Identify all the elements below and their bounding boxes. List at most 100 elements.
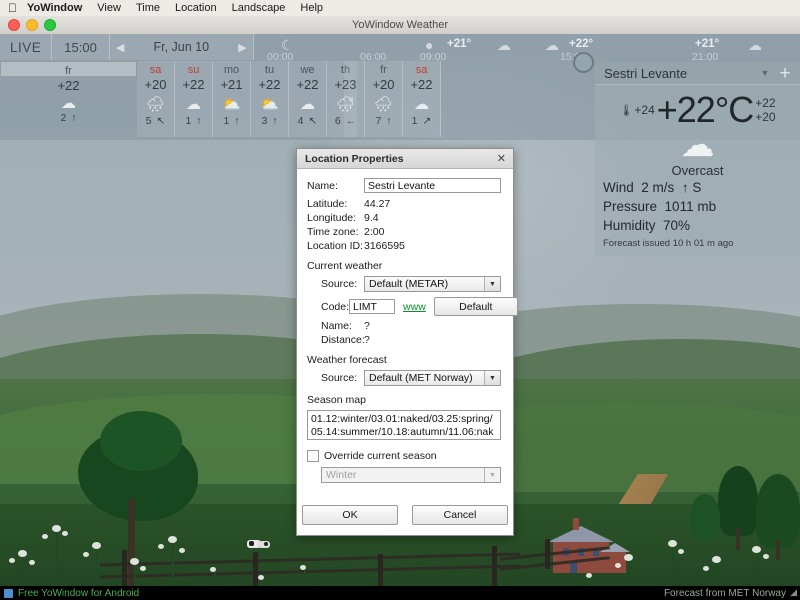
fc-source-label: Source: bbox=[321, 372, 364, 384]
thermometer-icon: 🌡 bbox=[619, 104, 633, 117]
season-select[interactable]: Winter ▼ bbox=[321, 467, 501, 483]
wind-speed: 1 bbox=[223, 115, 229, 127]
day-temp: +20 bbox=[144, 77, 166, 93]
season-map-textarea[interactable] bbox=[307, 410, 501, 440]
override-season-checkbox[interactable] bbox=[307, 450, 319, 462]
cw-distance-label: Distance: bbox=[321, 334, 364, 346]
day-wind: 1↑ bbox=[185, 115, 201, 127]
app-window:  YoWindow View Time Location Landscape … bbox=[0, 0, 800, 600]
wind-direction-icon: ↗ bbox=[423, 115, 432, 127]
plus-icon[interactable]: + bbox=[774, 64, 796, 83]
wind-speed: 7 bbox=[375, 115, 381, 127]
current-weather-source-select[interactable]: Default (METAR) ▼ bbox=[364, 276, 501, 292]
cloud-icon: ☁ bbox=[603, 128, 792, 162]
season-select-value: Winter bbox=[322, 469, 484, 481]
current-day-label: Fr, Jun 10 bbox=[138, 40, 224, 54]
forecast-source-select[interactable]: Default (MET Norway) ▼ bbox=[364, 370, 501, 386]
chevron-right-icon[interactable]: ▶ bbox=[238, 41, 246, 54]
day-wind: 1↑ bbox=[223, 115, 239, 127]
cloud-icon: ☁ bbox=[414, 93, 429, 115]
timezone-label: Time zone: bbox=[307, 226, 364, 238]
wind-direction-icon: ↖ bbox=[309, 115, 318, 127]
chevron-down-icon[interactable]: ▼ bbox=[756, 68, 774, 78]
chevron-left-icon[interactable]: ◀ bbox=[116, 41, 124, 54]
latitude-label: Latitude: bbox=[307, 198, 364, 210]
forecast-day-cell[interactable]: sa +22 ☁ 1↗ bbox=[403, 61, 441, 137]
day-of-week: mo bbox=[224, 64, 239, 77]
date-navigator: ◀ Fr, Jun 10 ▶ bbox=[110, 34, 254, 60]
weather-code-input[interactable] bbox=[349, 299, 395, 314]
default-button[interactable]: Default bbox=[434, 297, 518, 316]
location-selector[interactable]: Sestri Levante ▼ + bbox=[595, 62, 800, 85]
chevron-down-icon: ▼ bbox=[484, 277, 500, 291]
current-weather-panel: Sestri Levante ▼ + 🌡 +24 +22°C +22 +20 ☁… bbox=[595, 62, 800, 256]
forecast-day-cell[interactable]: fr +20 🌧 7↑ bbox=[365, 61, 403, 137]
pressure-label: Pressure bbox=[603, 199, 657, 214]
location-name: Sestri Levante bbox=[599, 66, 756, 81]
dialog-title: Location Properties bbox=[297, 153, 404, 165]
day-temp: +22 bbox=[182, 77, 204, 93]
forecast-scroll-right-button[interactable]: ◂ bbox=[344, 61, 357, 137]
name-label: Name: bbox=[307, 180, 364, 192]
forecast-day-cell[interactable]: sa +20 🌧 5↖ bbox=[137, 61, 175, 137]
timezone-value: 2:00 bbox=[364, 226, 384, 238]
timeline-temp: +22° bbox=[569, 38, 593, 50]
feels-like-value: +24 bbox=[634, 103, 654, 117]
cw-name-value: ? bbox=[364, 320, 370, 332]
dialog-body: Name: Latitude: 44.27 Longitude: 9.4 Tim… bbox=[297, 169, 513, 535]
day-wind: 1↗ bbox=[412, 115, 432, 127]
wind-direction-icon: ↑ bbox=[386, 115, 391, 127]
ok-button[interactable]: OK bbox=[302, 505, 398, 525]
day-of-week: fr bbox=[65, 65, 72, 78]
clock-display[interactable]: 15:00 bbox=[52, 34, 110, 60]
forecast-source-label: Forecast from MET Norway bbox=[664, 588, 786, 599]
apple-icon[interactable]:  bbox=[8, 2, 17, 14]
day-of-week: sa bbox=[150, 64, 162, 77]
high-low: +22 +20 bbox=[755, 96, 775, 124]
resize-grip-icon[interactable]: ◢ bbox=[790, 587, 797, 598]
forecast-day-cell[interactable]: tu +22 ⛅ 3↑ bbox=[251, 61, 289, 137]
menu-item-time[interactable]: Time bbox=[136, 2, 160, 14]
feels-like: 🌡 +24 bbox=[619, 103, 654, 117]
name-input[interactable] bbox=[364, 178, 501, 193]
android-promo-link[interactable]: Free YoWindow for Android bbox=[18, 588, 139, 599]
time-nav-row: LIVE 15:00 ◀ Fr, Jun 10 ▶ bbox=[0, 34, 254, 60]
temperature-row: 🌡 +24 +22°C +22 +20 bbox=[603, 90, 792, 130]
longitude-value: 9.4 bbox=[364, 212, 379, 224]
close-icon[interactable]: ✕ bbox=[497, 152, 506, 165]
forecast-group-label: Weather forecast bbox=[307, 354, 503, 366]
day-wind: 7↑ bbox=[375, 115, 391, 127]
sun-cloud-icon: ⛅ bbox=[222, 93, 241, 115]
fc-source-value: Default (MET Norway) bbox=[365, 372, 484, 384]
time-slider-handle[interactable] bbox=[573, 52, 594, 73]
forecast-day-cell[interactable]: fr +22 ☁ 2↑ bbox=[0, 61, 137, 77]
day-of-week: we bbox=[300, 64, 314, 77]
forecast-day-cell[interactable]: su +22 ☁ 1↑ bbox=[175, 61, 213, 137]
menu-item-landscape[interactable]: Landscape bbox=[232, 2, 286, 14]
www-link[interactable]: www bbox=[403, 301, 426, 313]
menu-item-view[interactable]: View bbox=[97, 2, 121, 14]
override-season-row[interactable]: Override current season bbox=[307, 450, 503, 462]
window-title: YoWindow Weather bbox=[0, 19, 800, 31]
location-properties-dialog: Location Properties ✕ Name: Latitude: 44… bbox=[296, 148, 514, 536]
menu-item-location[interactable]: Location bbox=[175, 2, 217, 14]
cloud-icon: ☁ bbox=[748, 37, 762, 54]
day-wind: 2↑ bbox=[60, 112, 76, 124]
wind-label: Wind bbox=[603, 180, 634, 195]
cancel-button[interactable]: Cancel bbox=[412, 505, 508, 525]
forecast-issued-label: Forecast issued 10 h 01 m ago bbox=[603, 238, 792, 249]
chevron-down-icon: ▼ bbox=[484, 371, 500, 385]
forecast-day-cell[interactable]: we +22 ☁ 4↖ bbox=[289, 61, 327, 137]
forecast-days-row: fr +22 ☁ 2↑ sa +20 🌧 5↖ su +22 ☁ 1↑ mo +… bbox=[0, 61, 441, 137]
menu-item-help[interactable]: Help bbox=[300, 2, 323, 14]
live-button[interactable]: LIVE bbox=[0, 34, 52, 60]
wind-speed: 3 bbox=[261, 115, 267, 127]
wind-speed: 1 bbox=[185, 115, 191, 127]
location-id-value: 3166595 bbox=[364, 240, 405, 252]
forecast-day-cell[interactable]: mo +21 ⛅ 1↑ bbox=[213, 61, 251, 137]
wind-direction-icon: ↖ bbox=[157, 115, 166, 127]
day-of-week: fr bbox=[380, 64, 387, 77]
menu-item-yowindow[interactable]: YoWindow bbox=[27, 2, 82, 14]
low-temp: +20 bbox=[755, 110, 775, 124]
current-weather-group-label: Current weather bbox=[307, 260, 503, 272]
